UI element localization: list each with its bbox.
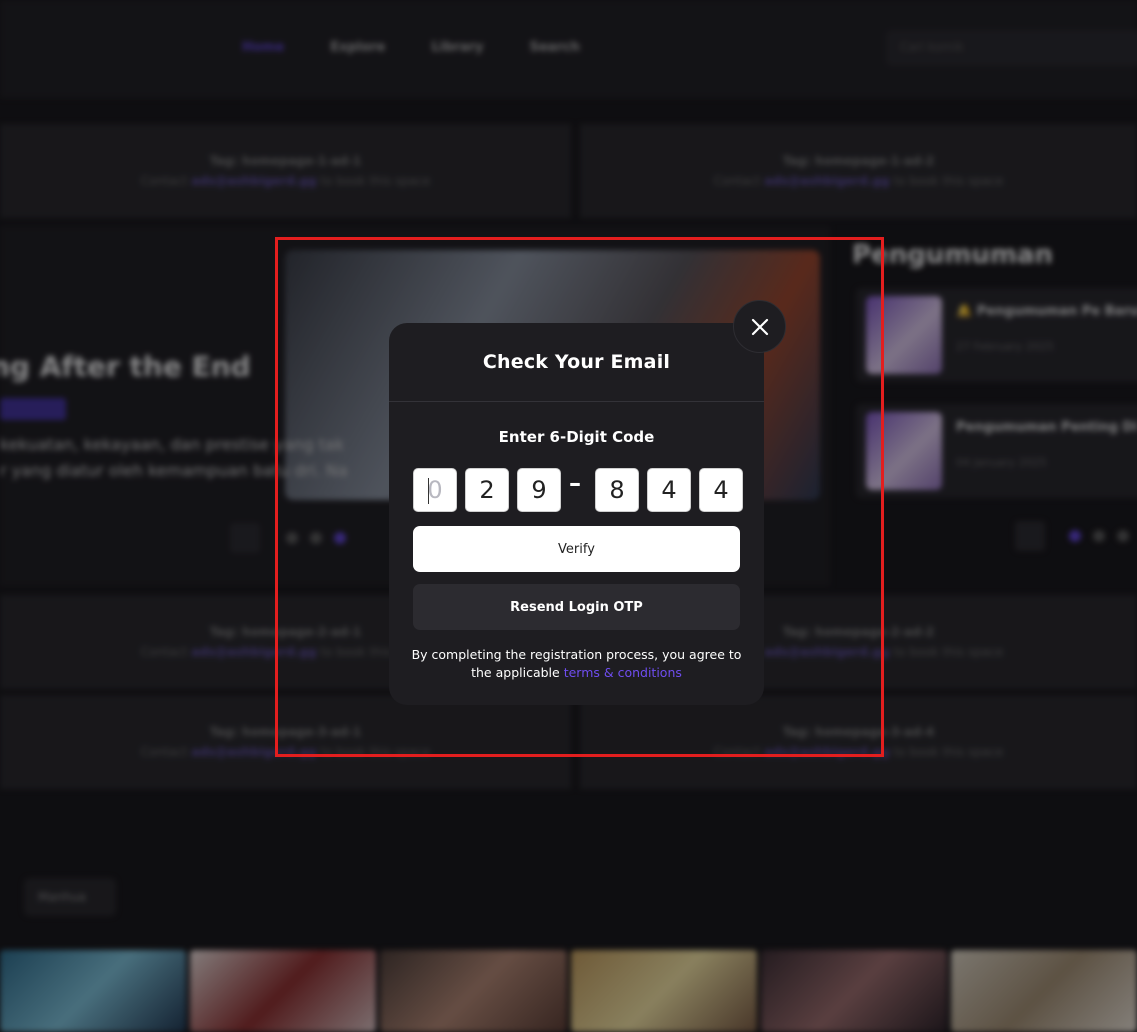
page-root: Home Explore Library Search Cari komik T… — [0, 0, 1137, 1032]
highlight-box — [275, 237, 884, 757]
